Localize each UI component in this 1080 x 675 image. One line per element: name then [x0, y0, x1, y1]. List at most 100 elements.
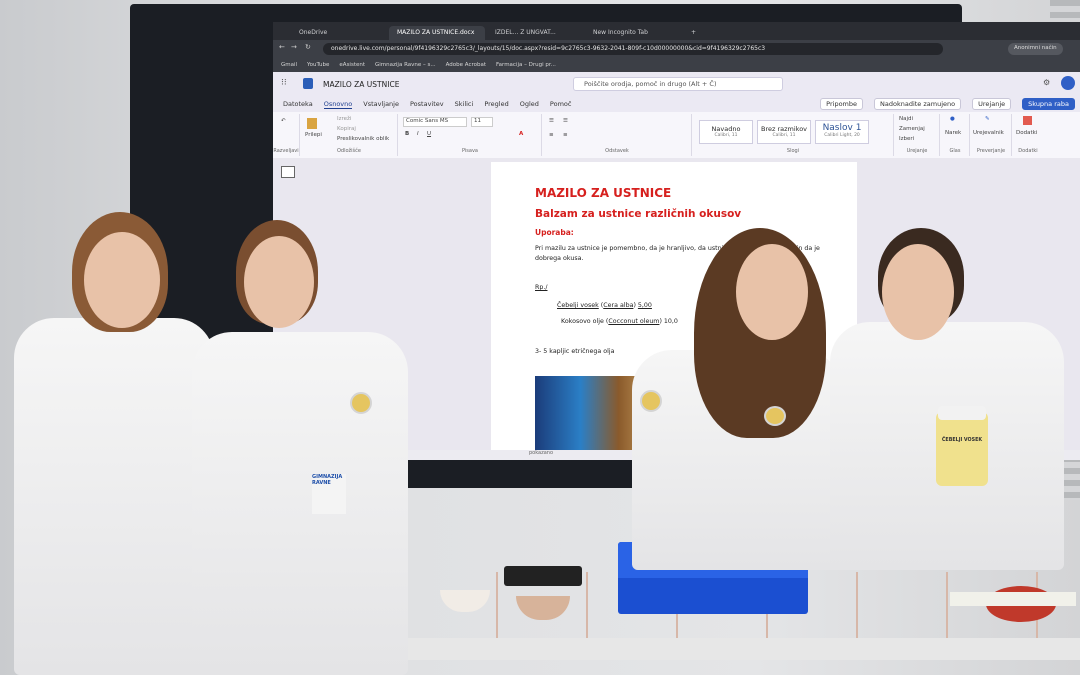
- tab-vstavljanje[interactable]: Vstavljanje: [363, 100, 399, 108]
- tab-izdelki[interactable]: IZDEL... Z UNGVAT...: [487, 26, 583, 40]
- bookmark-acrobat[interactable]: Adobe Acrobat: [446, 62, 486, 68]
- comments-button[interactable]: Pripombe: [820, 98, 864, 110]
- font-color-icon[interactable]: A: [519, 131, 523, 137]
- editing-group: Najdi Zamenjaj Izberi Urejanje: [895, 114, 940, 156]
- microphone-icon[interactable]: ●: [950, 116, 955, 122]
- url-input[interactable]: onedrive.live.com/personal/9f4196329c276…: [323, 43, 943, 55]
- font-group-label: Pisava: [462, 148, 478, 154]
- document-subtitle: Balzam za ustnice različnih okusov: [535, 208, 742, 220]
- bookmark-gmail[interactable]: Gmail: [281, 62, 297, 68]
- format-painter-button[interactable]: Preslikovalnik oblik: [337, 136, 389, 142]
- tab-ogled[interactable]: Ogled: [520, 100, 539, 108]
- editor-pen-icon[interactable]: ✎: [985, 116, 990, 122]
- editor-button[interactable]: Urejevalnik: [973, 130, 1004, 136]
- ingredient-latin: Cocconut oleum: [608, 318, 660, 325]
- ribbon-toolbar: ↶ Razveljavi Prilepi Izreži Kopiraj Pres…: [273, 112, 1080, 159]
- bookmark-gimnazija[interactable]: Gimnazija Ravne – s...: [375, 62, 436, 68]
- bookmark-youtube[interactable]: YouTube: [307, 62, 329, 68]
- tab-new-incognito[interactable]: New Incognito Tab: [585, 26, 681, 40]
- addins-button[interactable]: Dodatki: [1016, 130, 1037, 136]
- find-button[interactable]: Najdi: [899, 116, 913, 122]
- style-heading-1-label: Naslov 1: [822, 123, 862, 133]
- ingredient-latin: Cera alba: [603, 302, 634, 309]
- essential-oil-note: 3- 5 kapljic etričnega olja: [535, 348, 615, 355]
- tab-datoteka[interactable]: Datoteka: [283, 100, 313, 108]
- bookmark-easistent[interactable]: eAsistent: [339, 62, 365, 68]
- forward-arrow-icon[interactable]: →: [291, 43, 297, 51]
- style-no-spacing[interactable]: Brez razmikov Calibri, 11: [757, 120, 811, 144]
- bookmarks-bar: Gmail YouTube eAsistent Gimnazija Ravne …: [273, 58, 1080, 72]
- paste-button[interactable]: Prilepi: [305, 132, 322, 138]
- select-button[interactable]: Izberi: [899, 136, 914, 142]
- bold-icon[interactable]: B: [405, 131, 409, 137]
- paste-icon[interactable]: [307, 118, 317, 129]
- editor-group-label: Preverjanje: [976, 148, 1006, 154]
- essential-oil-bottles: [504, 566, 582, 586]
- navigation-pane-icon[interactable]: [281, 166, 295, 178]
- tab-postavitev[interactable]: Postavitev: [410, 100, 444, 108]
- align-center-icon[interactable]: ≡: [563, 132, 568, 138]
- app-launcher-icon[interactable]: ⁝⁝: [281, 78, 287, 88]
- bookmark-farmacija[interactable]: Farmacija – Drugi pr...: [496, 62, 556, 68]
- search-input[interactable]: Poiščite orodja, pomoč in drugo (Alt + Č…: [573, 77, 783, 91]
- avatar[interactable]: [1061, 76, 1075, 90]
- font-group: Comic Sans MS 11 B I U A Pisava: [399, 114, 542, 156]
- editing-group-label: Urejanje: [906, 148, 928, 154]
- align-left-icon[interactable]: ≡: [549, 132, 554, 138]
- font-name-select[interactable]: Comic Sans MS: [403, 117, 467, 127]
- ribbon-tabs: Datoteka Osnovno Vstavljanje Postavitev …: [273, 96, 1080, 112]
- person-1-lab-coat: [14, 318, 214, 675]
- tab-onedrive[interactable]: OneDrive: [291, 26, 387, 40]
- editor-group: ✎ Urejevalnik Preverjanje: [971, 114, 1012, 156]
- addins-group: Dodatki Dodatki: [1013, 114, 1043, 156]
- ingredient-name: Čebelji vosek: [557, 302, 599, 309]
- tab-document[interactable]: MAZILO ZA USTNICE.docx: [389, 26, 485, 40]
- styles-group-label: Slogi: [786, 148, 800, 154]
- copy-button[interactable]: Kopiraj: [337, 126, 356, 132]
- undo-icon[interactable]: ↶: [281, 118, 286, 124]
- tab-pomoc[interactable]: Pomoč: [550, 100, 572, 108]
- incognito-profile-button[interactable]: Anonimni način: [1008, 43, 1063, 55]
- tab-sklici[interactable]: Skilici: [455, 100, 474, 108]
- document-title: MAZILO ZA USTNICE: [323, 80, 400, 89]
- tab-osnovno[interactable]: Osnovno: [323, 100, 353, 109]
- ingredient-row: Kokosovo olje (Cocconut oleum) 10,0: [561, 318, 678, 325]
- reload-icon[interactable]: ↻: [305, 43, 311, 51]
- paragraph-group-label: Odstavek: [605, 148, 629, 154]
- ingredient-amount: 5,00: [637, 302, 652, 309]
- share-button[interactable]: Skupna raba: [1022, 98, 1075, 110]
- recipe-marker: Rp./: [535, 284, 548, 291]
- bullets-icon[interactable]: ☰: [549, 118, 554, 124]
- italic-icon[interactable]: I: [417, 131, 419, 137]
- catch-up-button[interactable]: Nadoknadite zamujeno: [874, 98, 962, 110]
- numbering-icon[interactable]: ☰: [563, 118, 568, 124]
- person-1-face: [84, 232, 160, 328]
- clipboard-group: Prilepi Izreži Kopiraj Preslikovalnik ob…: [301, 114, 398, 156]
- addins-icon[interactable]: [1023, 116, 1032, 125]
- editing-mode-button[interactable]: Urejanje: [972, 98, 1012, 110]
- tab-pregled[interactable]: Pregled: [484, 100, 508, 108]
- lip-balm-tin: [350, 392, 372, 414]
- person-2-lab-coat: [192, 332, 408, 675]
- new-tab-button[interactable]: +: [683, 26, 701, 40]
- style-normal[interactable]: Navadno Calibri, 11: [699, 120, 753, 144]
- font-size-select[interactable]: 11: [471, 117, 493, 127]
- person-4-face: [882, 244, 954, 340]
- underline-icon[interactable]: U: [427, 131, 431, 137]
- replace-button[interactable]: Zamenjaj: [899, 126, 925, 132]
- settings-gear-icon[interactable]: ⚙: [1043, 78, 1050, 87]
- back-arrow-icon[interactable]: ←: [279, 43, 285, 51]
- style-heading-1-sub: Calibri Light, 20: [824, 133, 860, 138]
- style-heading-1[interactable]: Naslov 1 Calibri Light, 20: [815, 120, 869, 144]
- dictate-button[interactable]: Narek: [945, 130, 961, 136]
- voice-group: ● Narek Glas: [941, 114, 970, 156]
- voice-group-label: Glas: [949, 148, 961, 154]
- clipboard-group-label: Odložišče: [336, 148, 361, 154]
- styles-group: Navadno Calibri, 11 Brez razmikov Calibri,…: [693, 114, 894, 156]
- person-3-face: [736, 244, 808, 340]
- style-normal-label: Navadno: [711, 125, 741, 133]
- school-badge: GIMNAZIJA RAVNE: [312, 474, 346, 514]
- style-no-spacing-sub: Calibri, 11: [772, 133, 796, 138]
- lip-balm-tin: [764, 406, 786, 426]
- cut-button[interactable]: Izreži: [337, 116, 351, 122]
